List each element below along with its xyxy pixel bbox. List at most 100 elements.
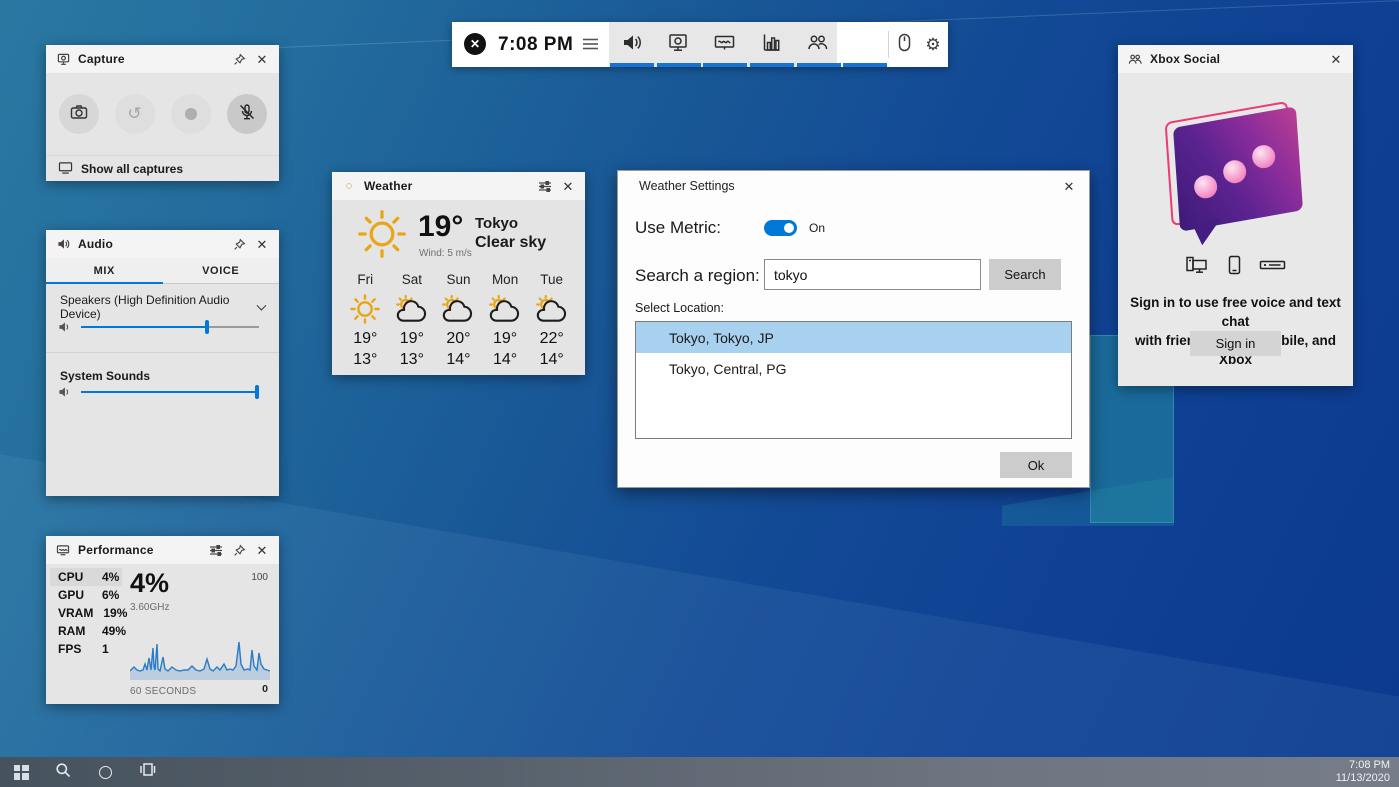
tab-mix[interactable]: MIX <box>46 258 163 283</box>
pin-icon[interactable] <box>231 51 247 67</box>
weather-widget-icon <box>341 178 357 194</box>
forecast-day: Tue 22° 14° <box>528 272 575 369</box>
search-region-input[interactable] <box>764 259 981 290</box>
close-icon[interactable]: ✕ <box>1061 178 1077 194</box>
device-icons <box>1118 255 1353 280</box>
forecast-day: Sun 20° 14° <box>435 272 482 369</box>
graph-y-min: 0 <box>234 683 268 695</box>
weather-widget-title: Weather <box>364 179 413 193</box>
taskbar-search-button[interactable] <box>42 757 84 787</box>
xbox-social-widget: Xbox Social ✕ <box>1118 45 1353 386</box>
weather-settings-icon[interactable] <box>537 178 553 194</box>
pin-icon[interactable] <box>231 236 247 252</box>
xbox-social-title: Xbox Social <box>1150 52 1220 66</box>
active-underline-capture <box>657 63 701 67</box>
weather-widget-button[interactable] <box>841 28 885 61</box>
record-last-30s-button[interactable]: ↺ <box>115 94 155 134</box>
weather-settings-dialog: Weather Settings ✕ Use Metric: On Search… <box>617 170 1090 488</box>
graph-x-label: 60 SECONDS <box>130 686 196 697</box>
active-underline-performance <box>750 63 794 67</box>
task-view-button[interactable] <box>126 757 168 787</box>
performance-options-icon[interactable] <box>208 542 224 558</box>
cpu-usage-graph <box>130 636 270 680</box>
capture-widget-icon <box>55 51 71 67</box>
gallery-icon <box>58 161 73 177</box>
audio-tabs: MIX VOICE <box>46 258 279 284</box>
metric-cpu[interactable]: CPU 4% <box>50 568 122 586</box>
start-recording-button[interactable] <box>171 94 211 134</box>
close-icon[interactable]: ✕ <box>254 236 270 252</box>
active-underline-broadcast <box>703 63 747 67</box>
speaker-icon <box>58 386 71 398</box>
pin-icon[interactable] <box>231 542 247 558</box>
mouse-click-through-button[interactable] <box>889 28 919 61</box>
performance-header: Performance ✕ <box>46 536 279 564</box>
system-volume-slider[interactable] <box>81 391 259 394</box>
mic-muted-icon <box>238 103 256 126</box>
forecast-day: Mon 19° 14° <box>482 272 529 369</box>
system-volume-row <box>58 386 259 398</box>
list-item[interactable]: Tokyo, Tokyo, JP <box>636 322 1071 353</box>
taskbar-icons <box>0 757 168 787</box>
pc-icon <box>1185 255 1210 280</box>
capture-widget-button[interactable] <box>656 28 700 61</box>
mic-off-button[interactable] <box>227 94 267 134</box>
speakers-volume-row <box>58 321 259 333</box>
close-icon[interactable]: ✕ <box>1328 51 1344 67</box>
toggle-knob <box>784 223 794 233</box>
show-all-captures-button[interactable]: Show all captures <box>46 155 279 181</box>
cortana-icon <box>99 766 112 779</box>
close-icon[interactable]: ✕ <box>254 542 270 558</box>
select-location-label: Select Location: <box>635 301 724 315</box>
gear-icon: ⚙ <box>925 36 940 53</box>
current-weather: 19° Wind: 5 m/s Tokyo Clear sky <box>332 200 585 272</box>
capture-widget-header: Capture ✕ <box>46 45 279 73</box>
performance-widget-button[interactable] <box>749 28 793 61</box>
tab-voice[interactable]: VOICE <box>163 258 280 283</box>
sunny-icon <box>349 292 381 326</box>
audio-widget-button[interactable] <box>610 28 654 61</box>
toggle-state-label: On <box>809 221 825 235</box>
active-underline-audio <box>610 63 654 67</box>
list-item[interactable]: Tokyo, Central, PG <box>636 353 1071 384</box>
search-button[interactable]: Search <box>989 259 1061 290</box>
location-listbox: Tokyo, Tokyo, JP Tokyo, Central, PG <box>635 321 1072 439</box>
cortana-button[interactable] <box>84 757 126 787</box>
forecast-day: Sat 19° 13° <box>389 272 436 369</box>
audio-divider <box>46 352 279 353</box>
audio-widget-title: Audio <box>78 237 113 251</box>
bar-chart-icon <box>762 33 781 57</box>
xbox-logo-icon[interactable]: ✕ <box>464 33 486 55</box>
use-metric-toggle[interactable] <box>764 220 797 236</box>
capture-monitor-icon <box>668 33 688 57</box>
graph-y-max: 100 <box>234 572 268 583</box>
broadcast-widget-button[interactable] <box>702 28 746 61</box>
forecast-day: Fri 19° 13° <box>342 272 389 369</box>
speaker-icon <box>58 321 71 333</box>
mouse-icon <box>898 33 911 57</box>
start-button[interactable] <box>0 757 42 787</box>
sign-in-button[interactable]: Sign in <box>1190 331 1281 356</box>
screenshot-button[interactable] <box>59 94 99 134</box>
active-underline-weather <box>843 63 887 67</box>
partly-cloudy-icon <box>487 292 523 326</box>
cpu-usage-value: 4% <box>130 568 169 599</box>
wind-speed: Wind: 5 m/s <box>419 248 472 259</box>
performance-widget: Performance ✕ CPU 4% GPU 6% VRAM 19% <box>46 536 279 704</box>
speakers-volume-slider[interactable] <box>81 326 259 329</box>
audio-device-selector[interactable]: Speakers (High Definition Audio Device) <box>60 293 265 321</box>
desktop: ✕ 7:08 PM <box>0 0 1399 787</box>
widget-menu-icon[interactable] <box>578 30 602 58</box>
close-icon[interactable]: ✕ <box>560 178 576 194</box>
xbox-social-widget-button[interactable] <box>795 28 839 61</box>
capture-widget-title: Capture <box>78 52 125 66</box>
search-icon <box>55 762 71 783</box>
ok-button[interactable]: Ok <box>1000 452 1072 478</box>
search-region-label: Search a region: <box>635 266 760 286</box>
windows-logo-icon <box>14 765 29 780</box>
close-icon[interactable]: ✕ <box>254 51 270 67</box>
weather-condition: Clear sky <box>475 234 546 252</box>
weather-city: Tokyo <box>475 215 518 232</box>
gamebar-settings-button[interactable]: ⚙ <box>918 28 948 61</box>
taskbar-clock[interactable]: 7:08 PM 11/13/2020 <box>1336 759 1399 785</box>
